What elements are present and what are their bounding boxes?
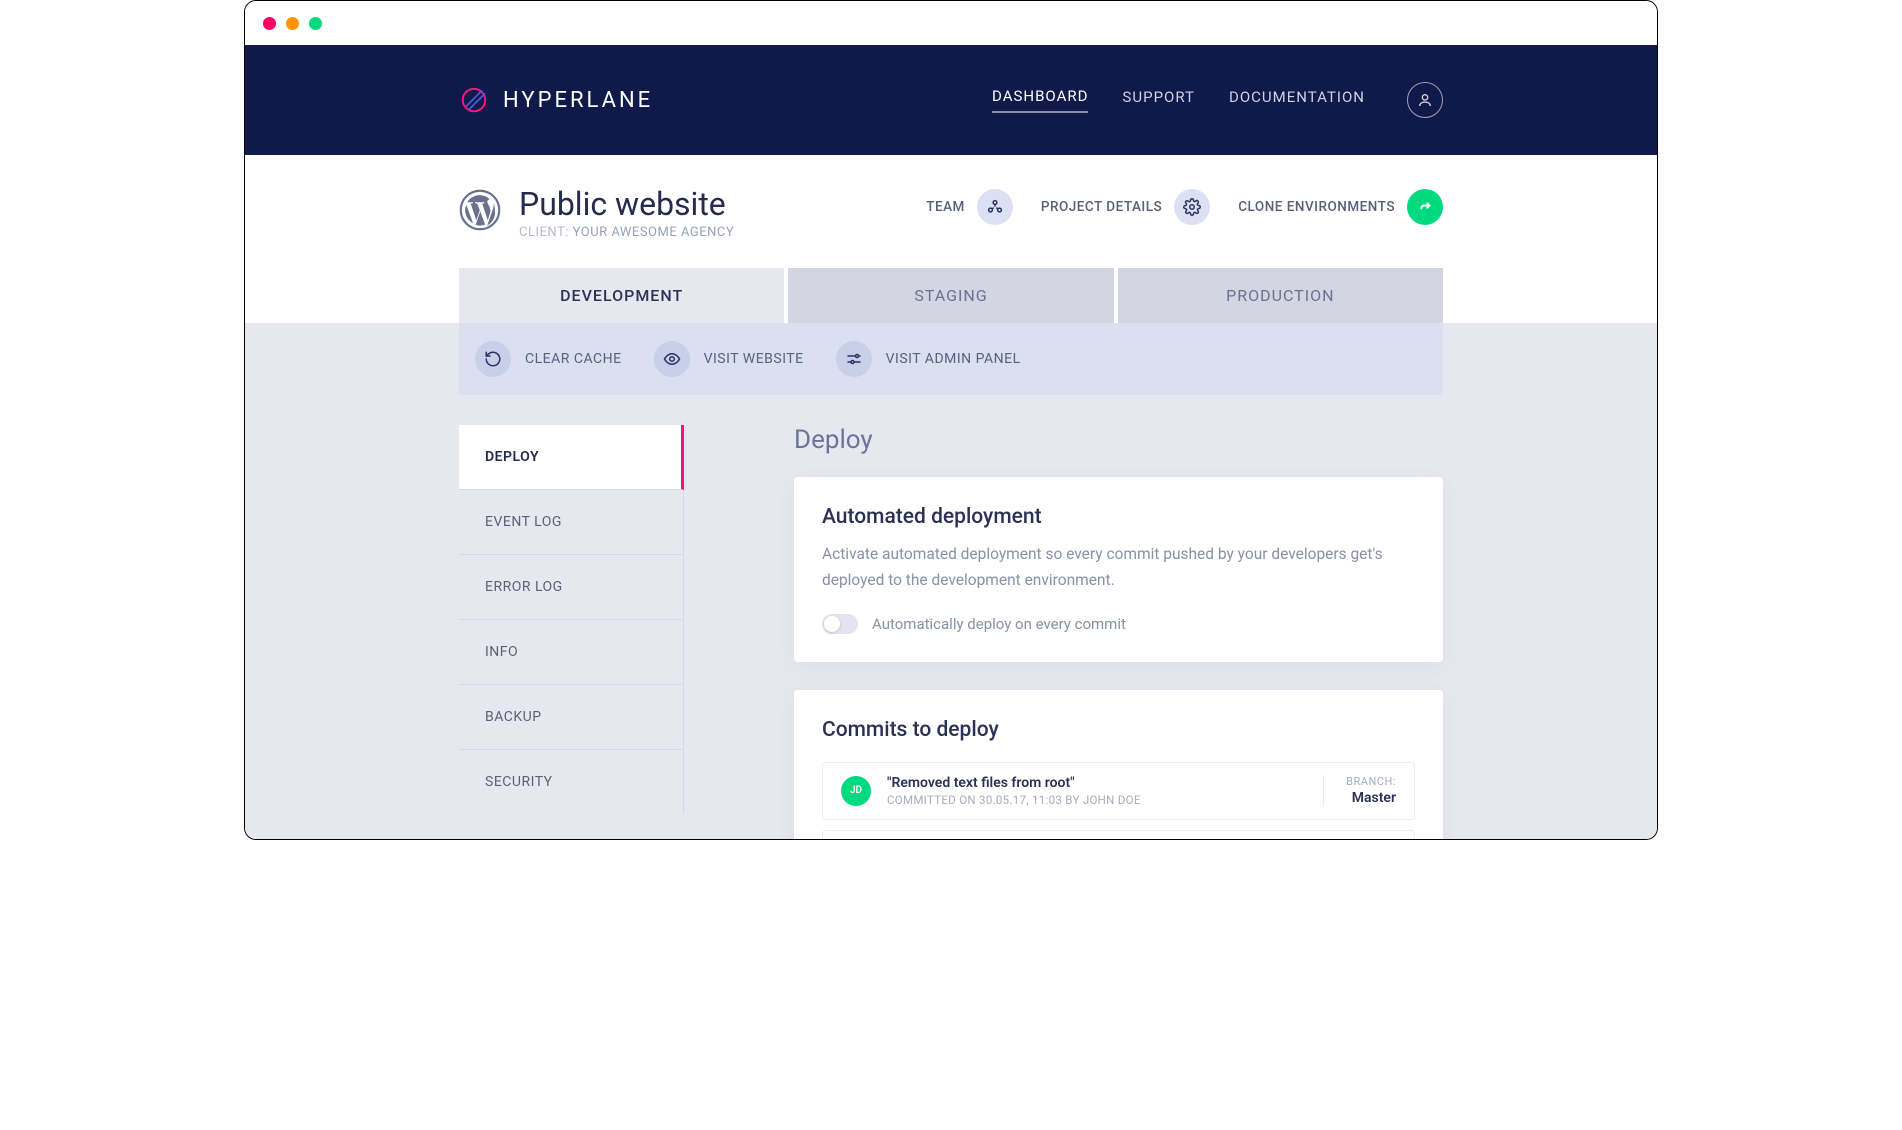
user-icon — [1417, 92, 1433, 108]
sidenav-error-log[interactable]: ERROR LOG — [459, 555, 683, 620]
client-label: CLIENT: — [519, 225, 569, 240]
auto-deploy-toggle-label: Automatically deploy on every commit — [872, 615, 1126, 633]
tab-production[interactable]: PRODUCTION — [1118, 268, 1443, 323]
gear-icon — [1174, 189, 1210, 225]
action-strip: CLEAR CACHE VISIT WEBSITE VISIT ADMIN PA… — [459, 323, 1443, 395]
sidenav-event-log[interactable]: EVENT LOG — [459, 490, 683, 555]
commit-avatar: JD — [841, 776, 871, 806]
logo-icon — [459, 85, 489, 115]
user-menu-button[interactable] — [1407, 82, 1443, 118]
side-nav: DEPLOY EVENT LOG ERROR LOG INFO BACKUP S… — [459, 425, 684, 814]
clear-cache-label: CLEAR CACHE — [525, 351, 622, 367]
commits-card: Commits to deploy JD "Removed text files… — [794, 690, 1443, 840]
team-label: TEAM — [926, 199, 965, 215]
team-icon — [977, 189, 1013, 225]
project-client: CLIENT: YOUR AWESOME AGENCY — [519, 225, 734, 240]
sidenav-info[interactable]: INFO — [459, 620, 683, 685]
commit-message: "Removed text files from root" — [887, 775, 1141, 791]
visit-website-label: VISIT WEBSITE — [704, 351, 804, 367]
project-title: Public website — [519, 185, 734, 223]
topbar: HYPERLANE DASHBOARD SUPPORT DOCUMENTATIO… — [245, 45, 1657, 155]
clone-environments-button[interactable]: CLONE ENVIRONMENTS — [1238, 189, 1443, 225]
sidenav-backup[interactable]: BACKUP — [459, 685, 683, 750]
commit-row[interactable]: JD "Removed text files from root" BRANCH… — [822, 830, 1415, 840]
project-details-label: PROJECT DETAILS — [1041, 199, 1162, 215]
clone-label: CLONE ENVIRONMENTS — [1238, 199, 1395, 215]
window-minimize-icon[interactable] — [286, 17, 299, 30]
brand: HYPERLANE — [459, 85, 653, 115]
clear-cache-button[interactable]: CLEAR CACHE — [475, 341, 622, 377]
branch-label: BRANCH: — [1346, 775, 1396, 788]
auto-deploy-description: Activate automated deployment so every c… — [822, 541, 1415, 594]
commit-row[interactable]: JD "Removed text files from root" COMMIT… — [822, 762, 1415, 820]
eye-icon — [654, 341, 690, 377]
nav-support[interactable]: SUPPORT — [1122, 88, 1195, 112]
sidenav-deploy[interactable]: DEPLOY — [459, 425, 684, 490]
content-area: CLEAR CACHE VISIT WEBSITE VISIT ADMIN PA… — [245, 323, 1657, 840]
visit-admin-button[interactable]: VISIT ADMIN PANEL — [836, 341, 1021, 377]
sync-icon — [1407, 189, 1443, 225]
nav-dashboard[interactable]: DASHBOARD — [992, 87, 1088, 113]
visit-website-button[interactable]: VISIT WEBSITE — [654, 341, 804, 377]
commit-meta: COMMITTED ON 30.05.17, 11:03 BY JOHN DOE — [887, 793, 1141, 807]
app-window: HYPERLANE DASHBOARD SUPPORT DOCUMENTATIO… — [244, 0, 1658, 840]
panel-heading: Deploy — [794, 425, 1443, 455]
brand-name: HYPERLANE — [503, 88, 653, 113]
client-name: YOUR AWESOME AGENCY — [573, 225, 735, 240]
window-maximize-icon[interactable] — [309, 17, 322, 30]
tab-development[interactable]: DEVELOPMENT — [459, 268, 784, 323]
wordpress-icon — [459, 189, 501, 231]
top-nav: DASHBOARD SUPPORT DOCUMENTATION — [992, 82, 1443, 118]
tab-staging[interactable]: STAGING — [788, 268, 1113, 323]
project-header: Public website CLIENT: YOUR AWESOME AGEN… — [245, 155, 1657, 240]
deploy-panel: Deploy Automated deployment Activate aut… — [794, 425, 1443, 840]
environment-tabs: DEVELOPMENT STAGING PRODUCTION — [245, 240, 1657, 323]
visit-admin-label: VISIT ADMIN PANEL — [886, 351, 1021, 367]
window-close-icon[interactable] — [263, 17, 276, 30]
auto-deploy-toggle[interactable] — [822, 614, 858, 634]
sliders-icon — [836, 341, 872, 377]
automated-deployment-card: Automated deployment Activate automated … — [794, 477, 1443, 662]
auto-deploy-title: Automated deployment — [822, 505, 1415, 529]
commits-title: Commits to deploy — [822, 718, 1415, 742]
project-actions: TEAM PROJECT DETAILS CLONE ENVIRONMENTS — [926, 189, 1443, 225]
window-controls — [245, 1, 1657, 45]
nav-documentation[interactable]: DOCUMENTATION — [1229, 88, 1365, 112]
branch-name: Master — [1346, 790, 1396, 806]
sidenav-security[interactable]: SECURITY — [459, 750, 683, 814]
team-button[interactable]: TEAM — [926, 189, 1013, 225]
refresh-icon — [475, 341, 511, 377]
project-details-button[interactable]: PROJECT DETAILS — [1041, 189, 1210, 225]
